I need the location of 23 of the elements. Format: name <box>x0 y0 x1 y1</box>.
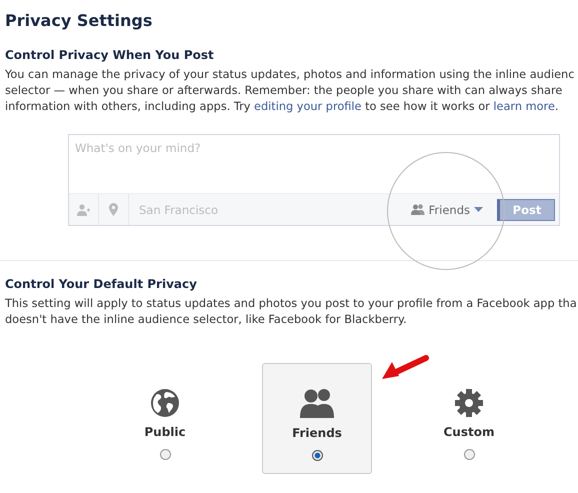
location-text: San Francisco <box>139 202 220 216</box>
pointer-arrow <box>382 355 429 379</box>
status-input-field[interactable]: What's on your mind? <box>68 134 560 193</box>
page-title: Privacy Settings <box>5 10 154 32</box>
radio-button[interactable] <box>464 449 474 460</box>
link[interactable]: editing your profile <box>254 100 362 113</box>
person-plus-icon <box>77 204 90 216</box>
people-icon <box>300 388 334 418</box>
option-label: Custom <box>444 425 494 439</box>
globe-icon <box>151 389 179 417</box>
radio-button[interactable] <box>160 449 170 460</box>
link[interactable]: learn more <box>493 100 555 113</box>
radio-button[interactable] <box>312 450 322 461</box>
audience-selector[interactable]: Friends <box>410 202 483 216</box>
section-description: This setting will apply to status updates and photos you post to your profile from a Facebook app tha doesn't have the inline audience selector, like Facebook for Blackberry. <box>5 296 577 328</box>
people-icon <box>410 204 425 215</box>
section-heading: Control Your Default Privacy <box>5 276 198 292</box>
section-description: You can manage the privacy of your status updates, photos and information using the inline audienc selector — when you share or afterwards. Remember: the people you share with can always share information with others, including apps. Try editing your profile to see how it works or learn more. <box>5 67 574 115</box>
map-pin-icon <box>109 203 118 216</box>
dropdown-caret-icon <box>474 207 483 212</box>
section-heading: Control Privacy When You Post <box>5 47 215 63</box>
option-label: Friends <box>292 426 342 440</box>
option-label: Public <box>144 425 186 439</box>
